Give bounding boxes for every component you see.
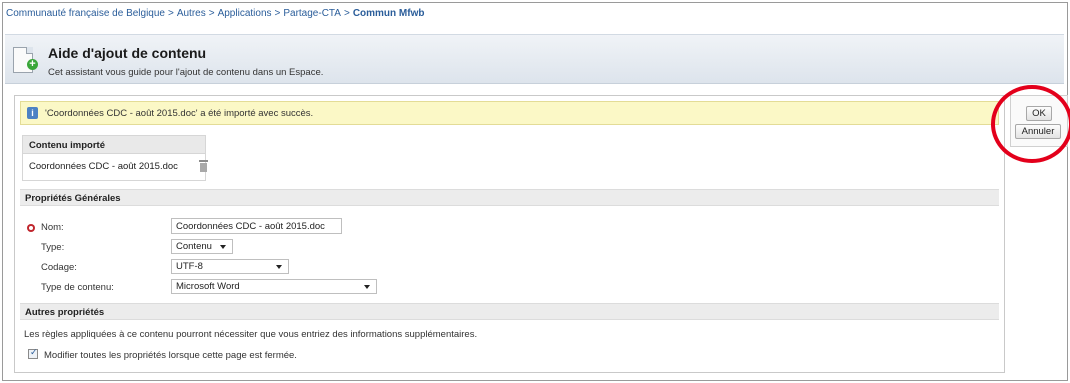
chevron-down-icon: [276, 265, 282, 269]
modify-all-properties-checkbox[interactable]: ✓: [28, 347, 38, 359]
breadcrumb-item-applications[interactable]: Applications: [218, 8, 272, 19]
type-select-value: Contenu: [176, 241, 212, 252]
breadcrumb-separator: >: [274, 8, 281, 19]
rules-info-text: Les règles appliquées à ce contenu pourr…: [24, 329, 478, 340]
wizard-panel: i 'Coordonnées CDC - août 2015.doc' a ét…: [14, 95, 1005, 373]
encoding-label: Codage:: [41, 262, 77, 273]
page-fold: [26, 47, 33, 54]
chevron-down-icon: [364, 285, 370, 289]
page-header: + Aide d'ajout de contenu Cet assistant …: [5, 34, 1064, 84]
breadcrumb-item-autres[interactable]: Autres: [177, 8, 206, 19]
imported-content-box: Contenu importé Coordonnées CDC - août 2…: [22, 135, 208, 181]
breadcrumb-current: Commun Mfwb: [352, 8, 425, 19]
type-label: Type:: [41, 242, 65, 253]
encoding-select[interactable]: UTF-8: [171, 259, 289, 274]
breadcrumb-separator: >: [343, 8, 350, 19]
section-other-properties: Autres propriétés: [20, 303, 999, 320]
page-title: Aide d'ajout de contenu: [48, 45, 207, 61]
imported-file-name: Coordonnées CDC - août 2015.doc: [29, 161, 178, 172]
checkmark-icon: ✓: [30, 347, 38, 357]
trash-lid: [199, 160, 208, 162]
type-select[interactable]: Contenu: [171, 239, 233, 254]
page-subtitle: Cet assistant vous guide pour l'ajout de…: [48, 67, 324, 78]
breadcrumb-separator: >: [208, 8, 215, 19]
required-icon: [27, 224, 35, 232]
breadcrumb: Communauté française de Belgique > Autres >…: [6, 8, 424, 19]
section-general-properties: Propriétés Générales: [20, 189, 999, 206]
breadcrumb-item-communaute[interactable]: Communauté française de Belgique: [6, 8, 165, 19]
red-highlight-circle: [991, 85, 1070, 163]
alert-message: 'Coordonnées CDC - août 2015.doc' a été …: [45, 108, 314, 119]
name-field[interactable]: [171, 218, 342, 234]
info-icon: i: [27, 107, 38, 119]
encoding-select-value: UTF-8: [176, 261, 203, 272]
trash-can: [200, 163, 207, 172]
content-type-label: Type de contenu:: [41, 282, 114, 293]
imported-content-header: Contenu importé: [23, 136, 205, 154]
content-type-select-value: Microsoft Word: [176, 281, 240, 292]
chevron-down-icon: [220, 245, 226, 249]
trash-icon[interactable]: [199, 160, 208, 172]
modify-all-properties-label: Modifier toutes les propriétés lorsque c…: [44, 350, 297, 361]
success-alert: i 'Coordonnées CDC - août 2015.doc' a ét…: [20, 101, 999, 125]
add-document-icon: +: [13, 47, 38, 73]
content-type-select[interactable]: Microsoft Word: [171, 279, 377, 294]
plus-icon: +: [27, 59, 38, 70]
breadcrumb-item-partage-cta[interactable]: Partage-CTA: [283, 8, 341, 19]
name-label: Nom:: [41, 222, 64, 233]
breadcrumb-separator: >: [167, 8, 174, 19]
